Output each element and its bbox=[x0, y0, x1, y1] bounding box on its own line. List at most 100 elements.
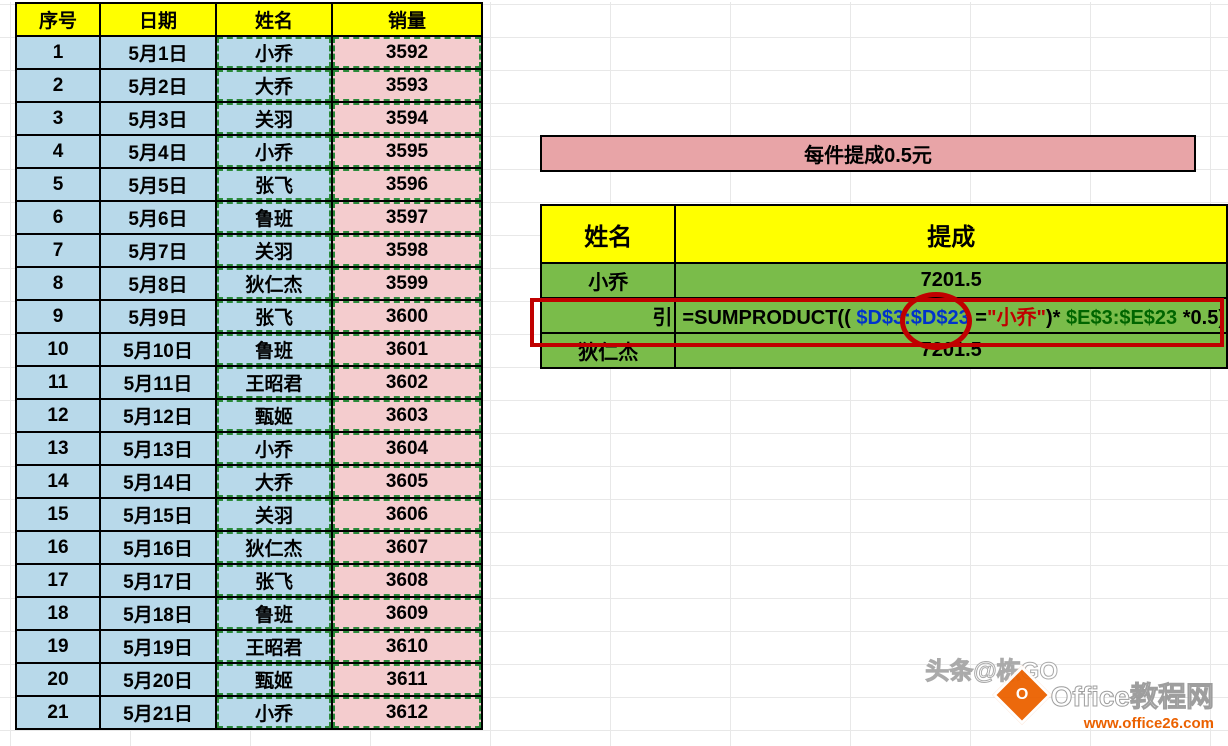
sum-bonus[interactable]: 7201.5 bbox=[675, 333, 1227, 368]
table-row[interactable]: 135月13日小乔3604 bbox=[16, 432, 482, 465]
cell-date[interactable]: 5月9日 bbox=[100, 300, 216, 333]
summary-table[interactable]: 姓名 提成 小乔 7201.5 引 =SUMPRODUCT(( $D$3:$D$… bbox=[540, 204, 1228, 369]
cell-name[interactable]: 张飞 bbox=[216, 300, 332, 333]
cell-date[interactable]: 5月11日 bbox=[100, 366, 216, 399]
cell-index[interactable]: 1 bbox=[16, 36, 100, 69]
table-row[interactable]: 125月12日甄姬3603 bbox=[16, 399, 482, 432]
cell-date[interactable]: 5月14日 bbox=[100, 465, 216, 498]
cell-name[interactable]: 甄姬 bbox=[216, 663, 332, 696]
cell-value[interactable]: 3602 bbox=[332, 366, 482, 399]
table-row[interactable]: 75月7日关羽3598 bbox=[16, 234, 482, 267]
data-table[interactable]: 序号 日期 姓名 销量 15月1日小乔359225月2日大乔359335月3日关… bbox=[15, 2, 483, 730]
table-row[interactable]: 55月5日张飞3596 bbox=[16, 168, 482, 201]
cell-value[interactable]: 3600 bbox=[332, 300, 482, 333]
cell-index[interactable]: 5 bbox=[16, 168, 100, 201]
table-row[interactable]: 105月10日鲁班3601 bbox=[16, 333, 482, 366]
cell-value[interactable]: 3612 bbox=[332, 696, 482, 729]
cell-index[interactable]: 2 bbox=[16, 69, 100, 102]
cell-index[interactable]: 13 bbox=[16, 432, 100, 465]
header-value[interactable]: 销量 bbox=[332, 3, 482, 36]
cell-index[interactable]: 3 bbox=[16, 102, 100, 135]
table-row[interactable]: 175月17日张飞3608 bbox=[16, 564, 482, 597]
sum-header-name[interactable]: 姓名 bbox=[541, 205, 675, 263]
bonus-banner[interactable]: 每件提成0.5元 bbox=[540, 135, 1196, 172]
cell-name[interactable]: 狄仁杰 bbox=[216, 531, 332, 564]
cell-name[interactable]: 大乔 bbox=[216, 69, 332, 102]
cell-name[interactable]: 甄姬 bbox=[216, 399, 332, 432]
cell-name[interactable]: 鲁班 bbox=[216, 201, 332, 234]
sum-header-bonus[interactable]: 提成 bbox=[675, 205, 1227, 263]
cell-index[interactable]: 16 bbox=[16, 531, 100, 564]
cell-value[interactable]: 3601 bbox=[332, 333, 482, 366]
cell-date[interactable]: 5月2日 bbox=[100, 69, 216, 102]
cell-name[interactable]: 鲁班 bbox=[216, 333, 332, 366]
cell-value[interactable]: 3597 bbox=[332, 201, 482, 234]
cell-value[interactable]: 3592 bbox=[332, 36, 482, 69]
sum-row[interactable]: 小乔 7201.5 bbox=[541, 263, 1227, 298]
cell-name[interactable]: 关羽 bbox=[216, 102, 332, 135]
header-index[interactable]: 序号 bbox=[16, 3, 100, 36]
cell-index[interactable]: 7 bbox=[16, 234, 100, 267]
table-row[interactable]: 45月4日小乔3595 bbox=[16, 135, 482, 168]
cell-date[interactable]: 5月10日 bbox=[100, 333, 216, 366]
table-row[interactable]: 25月2日大乔3593 bbox=[16, 69, 482, 102]
cell-date[interactable]: 5月6日 bbox=[100, 201, 216, 234]
table-row[interactable]: 115月11日王昭君3602 bbox=[16, 366, 482, 399]
cell-name[interactable]: 关羽 bbox=[216, 498, 332, 531]
cell-date[interactable]: 5月18日 bbox=[100, 597, 216, 630]
cell-name[interactable]: 关羽 bbox=[216, 234, 332, 267]
cell-index[interactable]: 21 bbox=[16, 696, 100, 729]
cell-index[interactable]: 4 bbox=[16, 135, 100, 168]
table-row[interactable]: 15月1日小乔3592 bbox=[16, 36, 482, 69]
cell-name[interactable]: 小乔 bbox=[216, 696, 332, 729]
sum-name[interactable]: 小乔 bbox=[541, 263, 675, 298]
cell-index[interactable]: 18 bbox=[16, 597, 100, 630]
cell-date[interactable]: 5月13日 bbox=[100, 432, 216, 465]
cell-index[interactable]: 6 bbox=[16, 201, 100, 234]
table-row[interactable]: 85月8日狄仁杰3599 bbox=[16, 267, 482, 300]
cell-date[interactable]: 5月16日 bbox=[100, 531, 216, 564]
cell-value[interactable]: 3609 bbox=[332, 597, 482, 630]
formula-cell[interactable]: =SUMPRODUCT(( $D$3:$D$23 ="小乔")* $E$3:$E… bbox=[675, 298, 1227, 333]
cell-name[interactable]: 大乔 bbox=[216, 465, 332, 498]
cell-date[interactable]: 5月5日 bbox=[100, 168, 216, 201]
cell-date[interactable]: 5月4日 bbox=[100, 135, 216, 168]
table-row[interactable]: 205月20日甄姬3611 bbox=[16, 663, 482, 696]
cell-value[interactable]: 3607 bbox=[332, 531, 482, 564]
cell-index[interactable]: 17 bbox=[16, 564, 100, 597]
cell-date[interactable]: 5月19日 bbox=[100, 630, 216, 663]
cell-name[interactable]: 鲁班 bbox=[216, 597, 332, 630]
cell-value[interactable]: 3594 bbox=[332, 102, 482, 135]
table-row[interactable]: 215月21日小乔3612 bbox=[16, 696, 482, 729]
header-date[interactable]: 日期 bbox=[100, 3, 216, 36]
cell-value[interactable]: 3605 bbox=[332, 465, 482, 498]
cell-index[interactable]: 10 bbox=[16, 333, 100, 366]
cell-index[interactable]: 14 bbox=[16, 465, 100, 498]
cell-index[interactable]: 8 bbox=[16, 267, 100, 300]
cell-value[interactable]: 3606 bbox=[332, 498, 482, 531]
cell-date[interactable]: 5月12日 bbox=[100, 399, 216, 432]
cell-date[interactable]: 5月8日 bbox=[100, 267, 216, 300]
cell-name[interactable]: 狄仁杰 bbox=[216, 267, 332, 300]
table-row[interactable]: 35月3日关羽3594 bbox=[16, 102, 482, 135]
cell-date[interactable]: 5月1日 bbox=[100, 36, 216, 69]
sum-row[interactable]: 狄仁杰 7201.5 bbox=[541, 333, 1227, 368]
cell-name[interactable]: 王昭君 bbox=[216, 366, 332, 399]
cell-name[interactable]: 张飞 bbox=[216, 564, 332, 597]
table-row[interactable]: 145月14日大乔3605 bbox=[16, 465, 482, 498]
cell-value[interactable]: 3596 bbox=[332, 168, 482, 201]
cell-value[interactable]: 3593 bbox=[332, 69, 482, 102]
table-row[interactable]: 155月15日关羽3606 bbox=[16, 498, 482, 531]
cell-date[interactable]: 5月15日 bbox=[100, 498, 216, 531]
cell-index[interactable]: 11 bbox=[16, 366, 100, 399]
cell-value[interactable]: 3604 bbox=[332, 432, 482, 465]
cell-value[interactable]: 3608 bbox=[332, 564, 482, 597]
cell-index[interactable]: 12 bbox=[16, 399, 100, 432]
cell-name[interactable]: 小乔 bbox=[216, 135, 332, 168]
table-row[interactable]: 195月19日王昭君3610 bbox=[16, 630, 482, 663]
header-name[interactable]: 姓名 bbox=[216, 3, 332, 36]
sum-bonus[interactable]: 7201.5 bbox=[675, 263, 1227, 298]
table-row[interactable]: 65月6日鲁班3597 bbox=[16, 201, 482, 234]
cell-name[interactable]: 小乔 bbox=[216, 432, 332, 465]
cell-index[interactable]: 15 bbox=[16, 498, 100, 531]
